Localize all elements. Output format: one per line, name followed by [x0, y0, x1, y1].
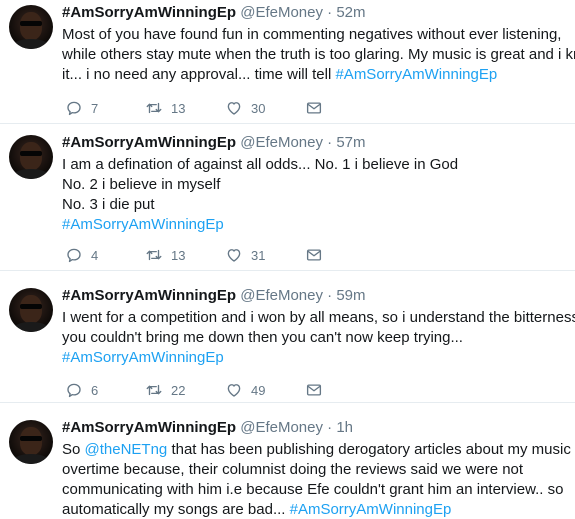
reply-count: 6 [91, 382, 99, 398]
direct-message-button[interactable] [305, 245, 323, 265]
avatar[interactable] [9, 5, 53, 49]
tweet-text-line: I am a defination of against all odds...… [62, 156, 459, 173]
reply-button[interactable]: 6 [65, 380, 98, 400]
tweet-text-line: I went for a competition and i won by al… [62, 309, 575, 326]
retweet-count: 13 [171, 247, 186, 263]
tweet-header: #AmSorryAmWinningEp @EfeMoney · 57m [62, 133, 567, 153]
tweet[interactable]: #AmSorryAmWinningEp @EfeMoney · 57m I am… [0, 124, 575, 271]
retweet-button[interactable]: 22 [145, 380, 185, 400]
tweet[interactable]: #AmSorryAmWinningEp @EfeMoney · 1h So @t… [0, 403, 575, 519]
avatar[interactable] [9, 288, 53, 332]
direct-message-button[interactable] [305, 98, 323, 118]
tweet-text-line: No. 3 i die put [62, 196, 155, 213]
heart-icon [227, 384, 241, 397]
mention-link[interactable]: @theNETng [85, 441, 168, 458]
hashtag-link[interactable]: #AmSorryAmWinningEp [335, 66, 497, 83]
tweet-text-line: you couldn't bring me down then you can'… [62, 329, 463, 346]
author-handle[interactable]: @EfeMoney [240, 287, 323, 304]
tweet-text-line: So @theNETng that has been publishing de… [62, 441, 571, 458]
retweet-count: 22 [171, 382, 186, 398]
author-handle[interactable]: @EfeMoney [240, 134, 323, 151]
tweet-text-line: #AmSorryAmWinningEp [62, 215, 567, 235]
author-name[interactable]: #AmSorryAmWinningEp [62, 4, 236, 21]
separator-dot: · [327, 419, 333, 436]
envelope-icon [306, 249, 322, 261]
tweet-header: #AmSorryAmWinningEp @EfeMoney · 59m [62, 286, 567, 306]
tweet-actions: 7 13 30 [62, 98, 567, 118]
tweet-text-line: #AmSorryAmWinningEp [62, 348, 567, 368]
retweet-icon [146, 249, 162, 261]
reply-count: 4 [91, 247, 99, 263]
author-handle[interactable]: @EfeMoney [240, 419, 323, 436]
retweet-button[interactable]: 13 [145, 245, 185, 265]
tweet-text-line: Most of you have found fun in commenting… [62, 26, 562, 43]
like-button[interactable]: 31 [225, 245, 265, 265]
retweet-icon [146, 102, 162, 114]
heart-icon [227, 102, 241, 115]
reply-button[interactable]: 4 [65, 245, 98, 265]
tweet-timestamp[interactable]: 59m [336, 287, 365, 304]
tweet-text: Most of you have found fun in commenting… [62, 25, 575, 85]
tweet-actions: 6 22 49 [62, 380, 567, 400]
like-count: 30 [251, 100, 266, 116]
author-name[interactable]: #AmSorryAmWinningEp [62, 419, 236, 436]
retweet-button[interactable]: 13 [145, 98, 185, 118]
tweet[interactable]: #AmSorryAmWinningEp @EfeMoney · 59m I we… [0, 271, 575, 403]
tweet-text-line: overtime because, their columnist doing … [62, 461, 524, 478]
tweet-timestamp[interactable]: 1h [336, 419, 353, 436]
separator-dot: · [327, 134, 333, 151]
tweet-text-line: automatically my songs are bad... #AmSor… [62, 501, 452, 518]
hashtag-link[interactable]: #AmSorryAmWinningEp [62, 349, 224, 366]
like-count: 49 [251, 382, 266, 398]
tweet-actions: 4 13 31 [62, 245, 567, 265]
tweet-text: I went for a competition and i won by al… [62, 308, 575, 368]
tweet-text-line: communicating with him i.e because Efe c… [62, 481, 564, 498]
author-handle[interactable]: @EfeMoney [240, 4, 323, 21]
tweet-text-line: No. 2 i believe in myself [62, 176, 221, 193]
author-name[interactable]: #AmSorryAmWinningEp [62, 134, 236, 151]
envelope-icon [306, 102, 322, 114]
hashtag-link[interactable]: #AmSorryAmWinningEp [62, 216, 224, 233]
like-button[interactable]: 30 [225, 98, 265, 118]
tweet[interactable]: #AmSorryAmWinningEp @EfeMoney · 52m Most… [0, 0, 575, 124]
reply-count: 7 [91, 100, 99, 116]
tweet-text: So @theNETng that has been publishing de… [62, 440, 571, 519]
tweet-timestamp[interactable]: 57m [336, 134, 365, 151]
tweet-timestamp[interactable]: 52m [336, 4, 365, 21]
tweet-text-line: it... i no need any approval... time wil… [62, 66, 498, 83]
tweet-feed: #AmSorryAmWinningEp @EfeMoney · 52m Most… [0, 0, 575, 519]
reply-icon [67, 383, 81, 398]
retweet-icon [146, 384, 162, 396]
hashtag-link[interactable]: #AmSorryAmWinningEp [290, 501, 452, 518]
heart-icon [227, 249, 241, 262]
avatar[interactable] [9, 420, 53, 464]
tweet-header: #AmSorryAmWinningEp @EfeMoney · 1h [62, 418, 567, 438]
reply-icon [67, 248, 81, 263]
separator-dot: · [327, 287, 333, 304]
retweet-count: 13 [171, 100, 186, 116]
tweet-text-line: while others stay mute when the truth is… [62, 46, 575, 63]
direct-message-button[interactable] [305, 380, 323, 400]
avatar[interactable] [9, 135, 53, 179]
envelope-icon [306, 384, 322, 396]
reply-button[interactable]: 7 [65, 98, 98, 118]
like-button[interactable]: 49 [225, 380, 265, 400]
author-name[interactable]: #AmSorryAmWinningEp [62, 287, 236, 304]
separator-dot: · [327, 4, 333, 21]
like-count: 31 [251, 247, 266, 263]
tweet-header: #AmSorryAmWinningEp @EfeMoney · 52m [62, 3, 567, 23]
reply-icon [67, 101, 81, 116]
tweet-text: I am a defination of against all odds...… [62, 155, 567, 235]
